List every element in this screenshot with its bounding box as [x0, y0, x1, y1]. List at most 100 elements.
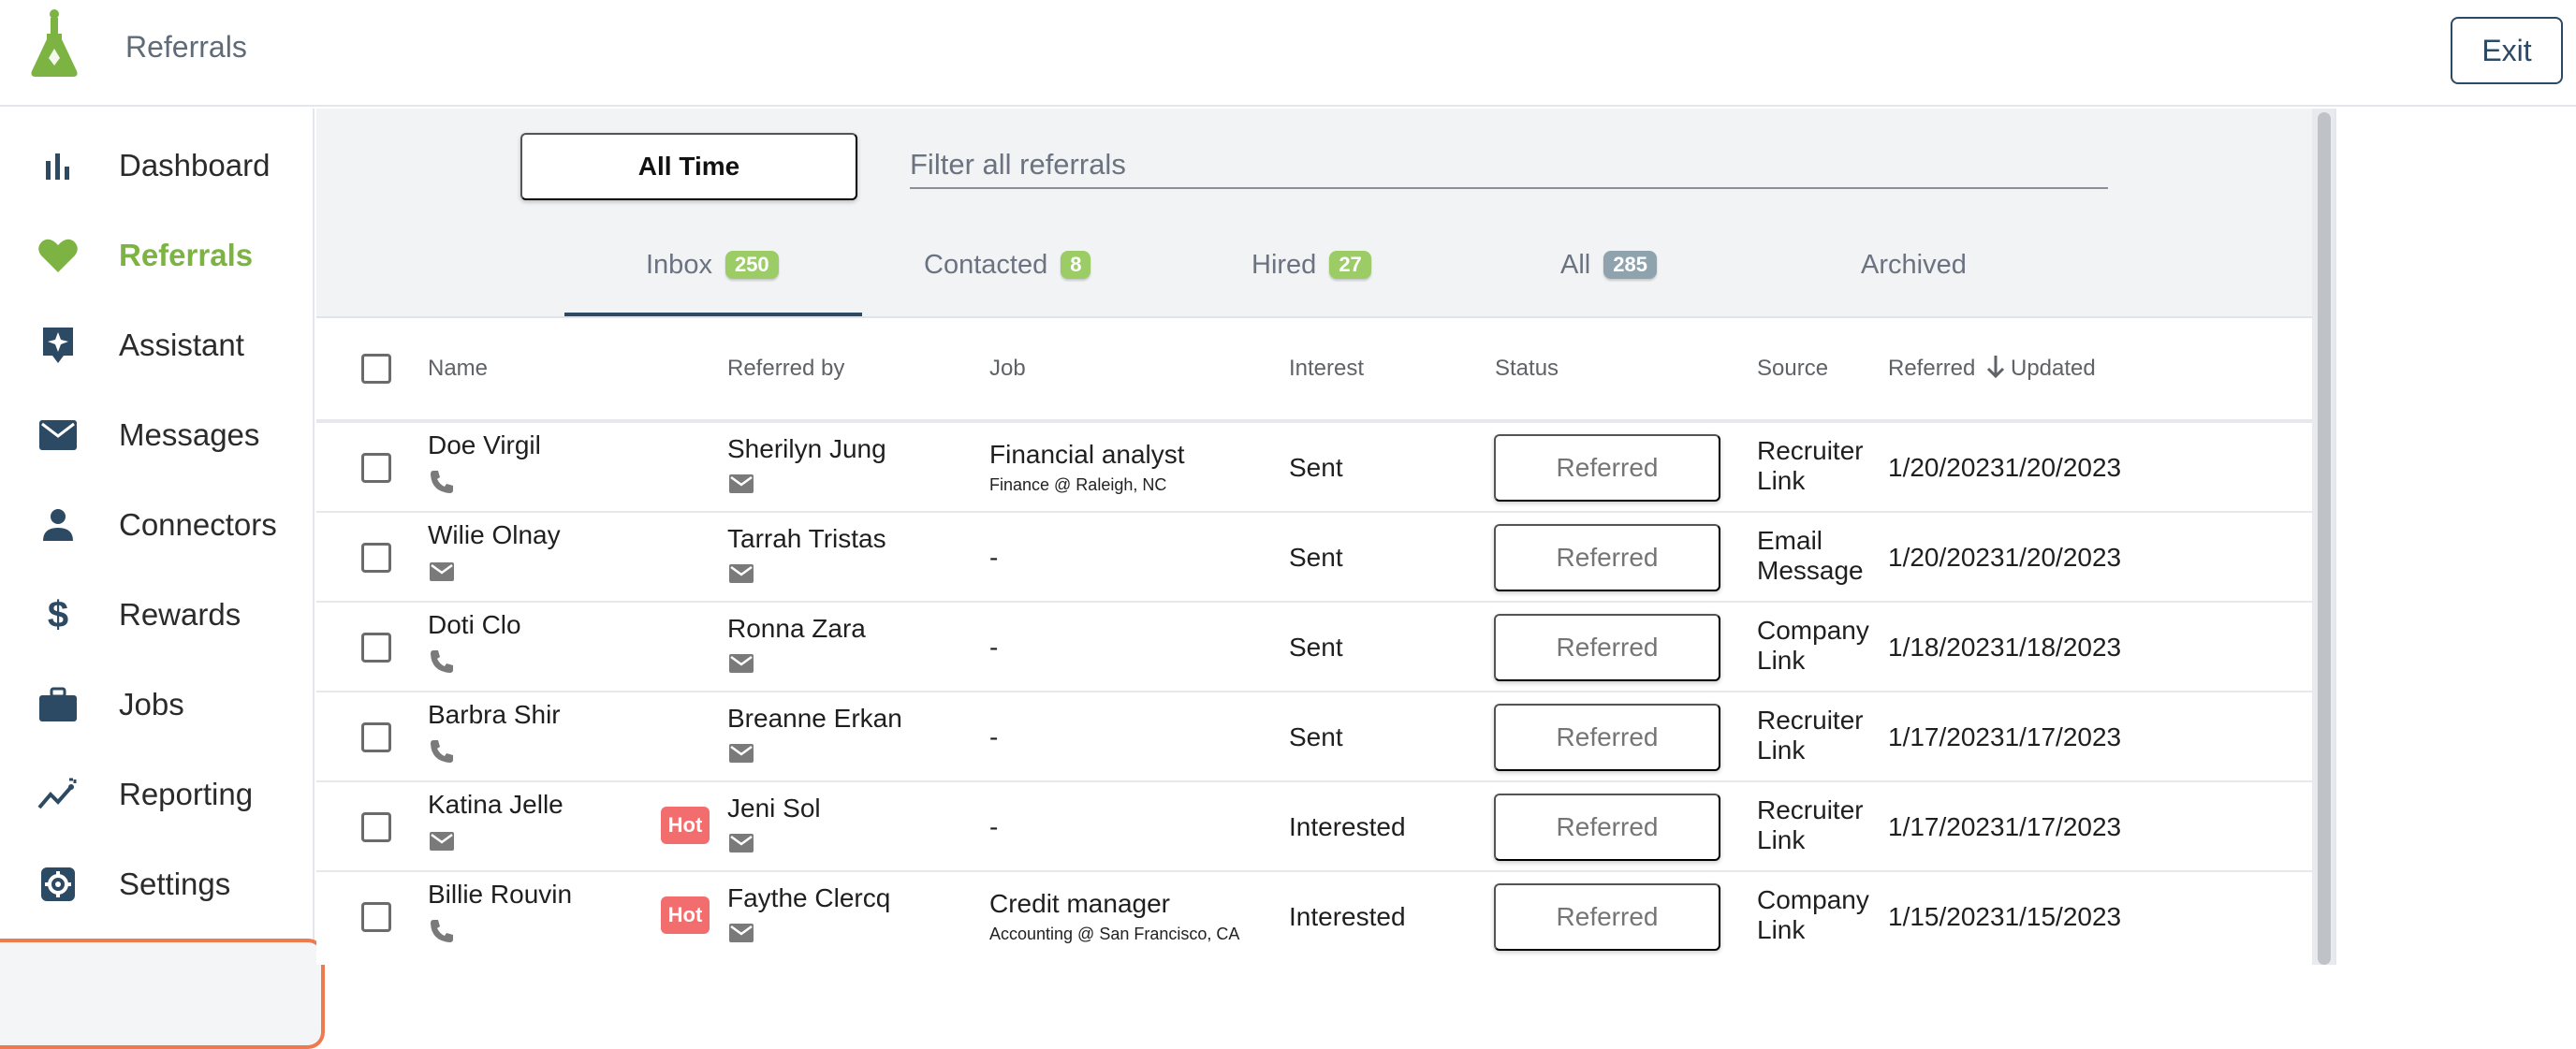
- column-header-source[interactable]: Source: [1757, 356, 1828, 382]
- sidebar-item-dashboard[interactable]: Dashboard: [0, 121, 315, 211]
- column-header-status[interactable]: Status: [1495, 356, 1559, 382]
- referral-name[interactable]: Doti Clo: [428, 610, 521, 640]
- column-header-interest[interactable]: Interest: [1289, 356, 1364, 382]
- app-title: Referrals: [125, 30, 247, 64]
- table-row[interactable]: Doti Clo Ronna Zara - Sent Referred Comp…: [316, 601, 2312, 691]
- column-header-referred-by[interactable]: Referred by: [727, 356, 844, 382]
- source-line-1: Company: [1757, 616, 1869, 645]
- tab-contacted[interactable]: Contacted 8: [924, 240, 1091, 290]
- status-button[interactable]: Referred: [1494, 614, 1720, 681]
- dollar-icon: $: [37, 594, 79, 635]
- column-header-job[interactable]: Job: [989, 356, 1026, 382]
- envelope-icon[interactable]: [428, 558, 456, 586]
- exit-button[interactable]: Exit: [2451, 17, 2563, 84]
- referrals-table: Name Referred by Job Interest Status Sou…: [316, 318, 2312, 965]
- referred-updated-dates: 1/17/20231/17/2023: [1888, 812, 2122, 841]
- sidebar-item-label: Reporting: [119, 777, 254, 811]
- job-detail: Accounting @ San Francisco, CA: [989, 925, 1240, 943]
- phone-icon[interactable]: [428, 917, 456, 945]
- svg-text:$: $: [48, 595, 68, 634]
- sidebar-item-reporting[interactable]: Reporting: [0, 750, 315, 839]
- gear-icon: [37, 864, 79, 905]
- person-icon: [37, 504, 79, 546]
- referred-by-name: Tarrah Tristas: [727, 524, 886, 553]
- row-checkbox[interactable]: [361, 543, 391, 573]
- envelope-icon[interactable]: [727, 470, 755, 498]
- status-button[interactable]: Referred: [1494, 704, 1720, 771]
- envelope-icon: [37, 415, 79, 456]
- select-all-checkbox[interactable]: [361, 354, 391, 384]
- column-header-name[interactable]: Name: [428, 356, 488, 382]
- referral-name[interactable]: Wilie Olnay: [428, 520, 561, 550]
- envelope-icon[interactable]: [727, 919, 755, 947]
- sidebar-item-label: Messages: [119, 417, 260, 452]
- sidebar-item-label: Settings: [119, 867, 231, 901]
- status-button[interactable]: Referred: [1494, 434, 1720, 502]
- source-line-1: Recruiter: [1757, 795, 1864, 824]
- table-row[interactable]: Barbra Shir Breanne Erkan - Sent Referre…: [316, 691, 2312, 780]
- sort-arrow-down-icon[interactable]: [1984, 354, 2007, 386]
- column-header-updated[interactable]: Updated: [2011, 356, 2096, 382]
- envelope-icon[interactable]: [727, 739, 755, 767]
- source-line-1: Recruiter: [1757, 436, 1864, 465]
- referral-name[interactable]: Katina Jelle: [428, 790, 564, 820]
- envelope-icon[interactable]: [727, 649, 755, 677]
- job-detail: Finance @ Raleigh, NC: [989, 475, 1167, 494]
- source-line-2: Link: [1757, 646, 1806, 675]
- hot-badge: Hot: [661, 807, 710, 844]
- row-checkbox[interactable]: [361, 722, 391, 752]
- table-row[interactable]: Wilie Olnay Tarrah Tristas - Sent Referr…: [316, 511, 2312, 601]
- job-title: Credit manager: [989, 889, 1170, 918]
- sparkle-icon: [37, 325, 79, 366]
- source-line-1: Email: [1757, 526, 1823, 555]
- job-title: -: [989, 633, 999, 662]
- sidebar-item-jobs[interactable]: Jobs: [0, 660, 315, 750]
- time-range-button[interactable]: All Time: [520, 133, 857, 200]
- flask-logo-icon: [31, 9, 78, 77]
- interest-value: Sent: [1289, 453, 1343, 482]
- sidebar-item-label: Rewards: [119, 597, 242, 632]
- source-line-1: Recruiter: [1757, 706, 1864, 735]
- referral-name[interactable]: Barbra Shir: [428, 700, 561, 730]
- table-row[interactable]: Katina Jelle Hot Jeni Sol - Interested R…: [316, 780, 2312, 870]
- row-checkbox[interactable]: [361, 902, 391, 932]
- row-checkbox[interactable]: [361, 453, 391, 483]
- sidebar-item-assistant[interactable]: Assistant: [0, 300, 315, 390]
- table-row[interactable]: Doe Virgil Sherilyn Jung Financial analy…: [316, 421, 2312, 511]
- heart-icon: [37, 235, 79, 276]
- sidebar-item-connectors[interactable]: Connectors: [0, 480, 315, 570]
- tab-hired[interactable]: Hired 27: [1251, 240, 1371, 290]
- interest-value: Sent: [1289, 722, 1343, 751]
- sidebar-item-rewards[interactable]: $ Rewards: [0, 570, 315, 660]
- envelope-icon[interactable]: [727, 829, 755, 857]
- phone-icon[interactable]: [428, 737, 456, 765]
- trend-icon: [37, 774, 79, 815]
- envelope-icon[interactable]: [428, 827, 456, 855]
- referral-name[interactable]: Billie Rouvin: [428, 880, 572, 910]
- sidebar-item-referrals[interactable]: Referrals: [0, 211, 315, 300]
- scrollbar-thumb[interactable]: [2318, 112, 2331, 965]
- row-checkbox[interactable]: [361, 812, 391, 842]
- filter-input[interactable]: [910, 142, 2108, 189]
- sidebar-item-messages[interactable]: Messages: [0, 390, 315, 480]
- sidebar-item-settings[interactable]: Settings: [0, 839, 315, 929]
- source-line-2: Link: [1757, 825, 1806, 854]
- status-button[interactable]: Referred: [1494, 794, 1720, 861]
- tab-all[interactable]: All 285: [1560, 240, 1657, 290]
- referral-name[interactable]: Doe Virgil: [428, 430, 541, 460]
- column-header-referred[interactable]: Referred: [1888, 356, 1975, 382]
- sidebar: Dashboard Referrals Assistant Messages C…: [0, 109, 325, 1049]
- envelope-icon[interactable]: [727, 560, 755, 588]
- table-row[interactable]: Billie Rouvin Hot Faythe Clercq Credit m…: [316, 870, 2312, 960]
- status-button[interactable]: Referred: [1494, 524, 1720, 591]
- referred-updated-dates: 1/15/20231/15/2023: [1888, 902, 2122, 931]
- phone-icon[interactable]: [428, 648, 456, 676]
- tab-inbox[interactable]: Inbox 250: [646, 240, 779, 290]
- bar-chart-icon: [37, 145, 79, 186]
- status-button[interactable]: Referred: [1494, 883, 1720, 951]
- referred-by-name: Breanne Erkan: [727, 704, 902, 733]
- row-checkbox[interactable]: [361, 633, 391, 663]
- phone-icon[interactable]: [428, 468, 456, 496]
- tab-archived[interactable]: Archived: [1861, 240, 1967, 290]
- tab-label: Hired: [1251, 249, 1317, 280]
